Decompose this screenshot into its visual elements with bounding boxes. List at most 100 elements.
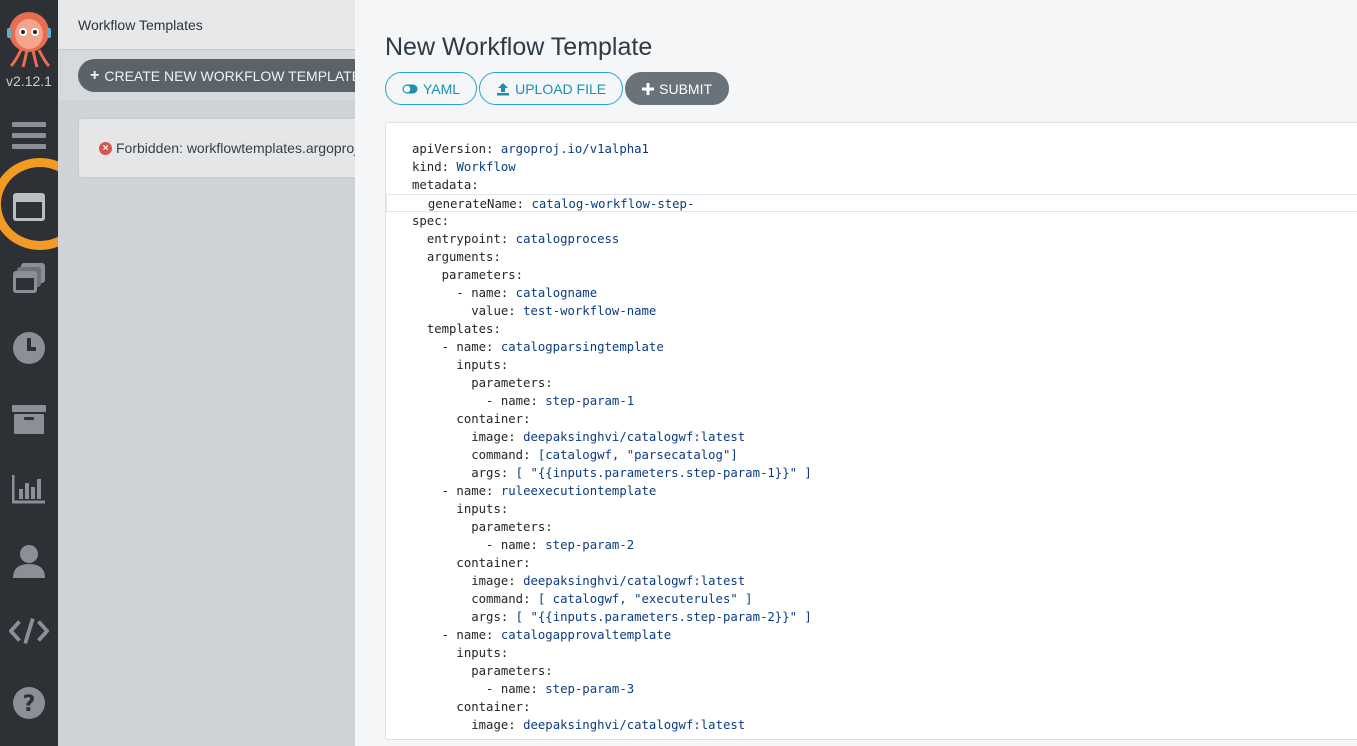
editor-line[interactable]: - name: ruleexecutiontemplate bbox=[386, 482, 1357, 500]
editor-line[interactable]: inputs: bbox=[386, 644, 1357, 662]
yaml-value: step-param-3 bbox=[545, 682, 635, 696]
create-button-label: CREATE NEW WORKFLOW TEMPLATE bbox=[104, 67, 362, 84]
editor-line[interactable]: command: [catalogwf, "parsecatalog"] bbox=[386, 446, 1357, 464]
yaml-value: catalogparsingtemplate bbox=[500, 340, 664, 354]
editor-line[interactable]: arguments: bbox=[386, 248, 1357, 266]
editor-line[interactable]: parameters: bbox=[386, 662, 1357, 680]
yaml-colon: : bbox=[486, 484, 501, 498]
nav-cluster-templates[interactable] bbox=[9, 258, 49, 298]
nav-cron-workflows[interactable] bbox=[9, 328, 49, 368]
yaml-value: Workflow bbox=[456, 160, 516, 174]
editor-line[interactable]: image: deepaksinghvi/catalogwf:latest bbox=[386, 572, 1357, 590]
code-icon bbox=[9, 618, 49, 644]
yaml-value: [ "{{inputs.parameters.step-param-1}}" ] bbox=[515, 466, 812, 480]
yaml-value: catalogname bbox=[515, 286, 598, 300]
yaml-value: deepaksinghvi/catalogwf:latest bbox=[523, 574, 746, 588]
editor-line[interactable]: metadata: bbox=[386, 176, 1357, 194]
editor-line[interactable]: templates: bbox=[386, 320, 1357, 338]
yaml-colon: : bbox=[441, 160, 457, 174]
yaml-value: catalogprocess bbox=[515, 232, 620, 246]
nav-workflow-templates[interactable] bbox=[9, 187, 49, 227]
yaml-key: entrypoint bbox=[426, 232, 501, 246]
editor-line[interactable]: - name: step-param-2 bbox=[386, 536, 1357, 554]
yaml-key: args bbox=[471, 466, 501, 480]
editor-line[interactable]: container: bbox=[386, 698, 1357, 716]
yaml-key: image bbox=[471, 574, 509, 588]
toggle-icon bbox=[402, 84, 418, 93]
editor-line[interactable]: - name: step-param-1 bbox=[386, 392, 1357, 410]
yaml-value: step-param-2 bbox=[545, 538, 635, 552]
yaml-key: parameters bbox=[471, 376, 546, 390]
editor-line[interactable]: entrypoint: catalogprocess bbox=[386, 230, 1357, 248]
nav-api-docs[interactable] bbox=[9, 611, 49, 651]
yaml-colon: : bbox=[508, 718, 524, 732]
editor-line[interactable]: - name: step-param-3 bbox=[386, 680, 1357, 698]
editor-line[interactable]: args: [ "{{inputs.parameters.step-param-… bbox=[386, 608, 1357, 626]
create-workflow-template-button[interactable]: + CREATE NEW WORKFLOW TEMPLATE bbox=[78, 59, 376, 92]
nav-menu-item[interactable] bbox=[9, 115, 49, 155]
yaml-colon: : bbox=[508, 304, 524, 318]
argo-logo bbox=[7, 12, 51, 68]
editor-line[interactable]: generateName: catalog-workflow-step- bbox=[386, 194, 1357, 212]
upload-file-button[interactable]: UPLOAD FILE bbox=[479, 72, 624, 105]
workflow-templates-page: Workflow Templates + CREATE NEW WORKFLOW… bbox=[58, 0, 398, 746]
yaml-colon: : bbox=[486, 142, 501, 156]
yaml-key: name bbox=[456, 340, 487, 354]
yaml-colon: : bbox=[530, 538, 546, 552]
editor-line[interactable]: image: deepaksinghvi/catalogwf:latest bbox=[386, 716, 1357, 734]
plus-icon: + bbox=[90, 66, 100, 84]
yaml-value: argoproj.io/v1alpha1 bbox=[500, 142, 649, 156]
yaml-colon: : bbox=[493, 322, 509, 336]
yaml-value: ruleexecutiontemplate bbox=[500, 484, 657, 498]
yaml-colon: : bbox=[441, 214, 457, 228]
nav-help[interactable]: ? bbox=[9, 683, 49, 723]
nav-archived-workflows[interactable] bbox=[9, 399, 49, 439]
editor-line[interactable]: value: test-workflow-name bbox=[386, 302, 1357, 320]
editor-line[interactable]: spec: bbox=[386, 212, 1357, 230]
yaml-key: inputs bbox=[456, 358, 501, 372]
yaml-key: inputs bbox=[456, 502, 501, 516]
yaml-key: metadata bbox=[412, 178, 472, 192]
editor-line[interactable]: kind: Workflow bbox=[386, 158, 1357, 176]
help-icon: ? bbox=[13, 687, 45, 719]
yaml-editor[interactable]: apiVersion: argoproj.io/v1alpha1 kind: Wo… bbox=[385, 122, 1357, 740]
user-icon bbox=[13, 545, 45, 578]
editor-line[interactable]: - name: catalogname bbox=[386, 284, 1357, 302]
editor-line[interactable]: container: bbox=[386, 554, 1357, 572]
yaml-key: name bbox=[471, 286, 501, 300]
editor-line[interactable]: inputs: bbox=[386, 356, 1357, 374]
upload-icon bbox=[497, 82, 510, 95]
nav-reports[interactable] bbox=[9, 469, 49, 509]
yaml-colon: : bbox=[493, 250, 509, 264]
yaml-toggle-button[interactable]: YAML bbox=[385, 72, 478, 105]
yaml-colon: : bbox=[545, 664, 561, 678]
yaml-colon: : bbox=[530, 682, 546, 696]
yaml-colon: : bbox=[500, 358, 516, 372]
yaml-key: templates bbox=[426, 322, 494, 336]
editor-line[interactable]: - name: catalogapprovaltemplate bbox=[386, 626, 1357, 644]
editor-line[interactable]: apiVersion: argoproj.io/v1alpha1 bbox=[386, 140, 1357, 158]
submit-button[interactable]: SUBMIT bbox=[625, 72, 730, 105]
editor-line[interactable]: command: [ catalogwf, "executerules" ] bbox=[386, 590, 1357, 608]
nav-user[interactable] bbox=[9, 541, 49, 581]
editor-line[interactable]: parameters: bbox=[386, 266, 1357, 284]
editor-line[interactable]: args: [ "{{inputs.parameters.step-param-… bbox=[386, 464, 1357, 482]
editor-line[interactable]: inputs: bbox=[386, 500, 1357, 518]
editor-line[interactable]: - name: catalogparsingtemplate bbox=[386, 338, 1357, 356]
editor-line[interactable]: image: deepaksinghvi/catalogwf:latest bbox=[386, 428, 1357, 446]
editor-line[interactable]: parameters: bbox=[386, 374, 1357, 392]
error-icon: × bbox=[99, 141, 112, 155]
yaml-colon: : bbox=[523, 592, 538, 606]
panel-actions: YAML UPLOAD FILE SUBMIT bbox=[385, 72, 730, 105]
editor-line[interactable]: parameters: bbox=[386, 518, 1357, 536]
editor-line[interactable]: container: bbox=[386, 410, 1357, 428]
